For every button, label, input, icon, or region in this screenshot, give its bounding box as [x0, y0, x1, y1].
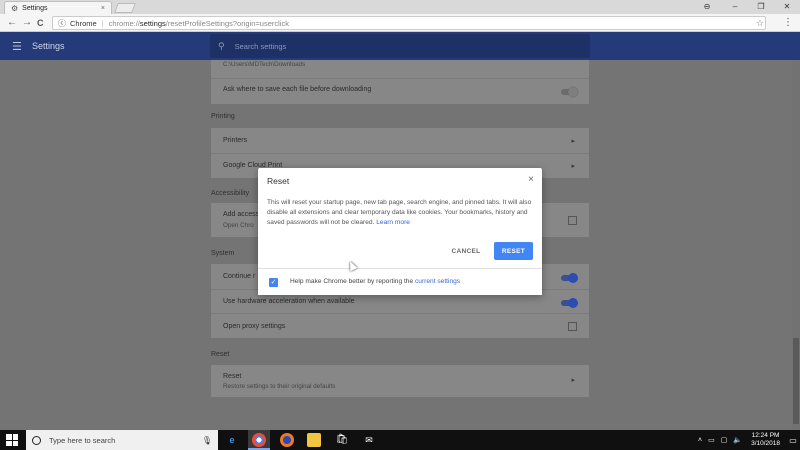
- system-section-title: System: [211, 250, 235, 257]
- ask-save-toggle[interactable]: [561, 87, 578, 97]
- reset-settings-label: Reset: [223, 373, 242, 380]
- monitor-icon[interactable]: ▢: [721, 436, 728, 444]
- windows-taskbar: Type here to search 🎙 e 🛍 ✉ ˄ ▭ ▢ 🔈 12:2…: [0, 430, 800, 450]
- file-explorer-icon[interactable]: [307, 433, 321, 447]
- reset-arrow-icon: ▸: [571, 377, 575, 384]
- maximize-button[interactable]: ❐: [748, 0, 774, 14]
- page-scrollbar[interactable]: [792, 60, 800, 430]
- downloads-card: C:\Users\MDTech\Downloads Ask where to s…: [211, 60, 589, 104]
- store-icon[interactable]: 🛍: [335, 433, 349, 447]
- chevron-up-icon[interactable]: ˄: [698, 437, 702, 444]
- clock-time: 12:24 PM: [751, 432, 780, 439]
- omnibox-separator: |: [101, 18, 104, 28]
- cancel-button[interactable]: CANCEL: [446, 242, 486, 260]
- report-settings-label: Help make Chrome better by reporting the…: [290, 278, 460, 285]
- firefox-icon[interactable]: [280, 433, 294, 447]
- continue-running-toggle[interactable]: [561, 273, 578, 283]
- external-link-icon: [568, 216, 577, 225]
- reset-settings-sub: Restore settings to their original defau…: [223, 383, 336, 390]
- edge-icon[interactable]: e: [225, 433, 239, 447]
- back-icon[interactable]: ←: [7, 14, 17, 32]
- microphone-icon[interactable]: 🎙: [202, 436, 212, 445]
- close-icon[interactable]: ×: [528, 174, 534, 185]
- dialog-title: Reset: [267, 176, 290, 186]
- chrome-menu-icon[interactable]: ⋮: [783, 14, 793, 32]
- chrome-icon[interactable]: [252, 433, 266, 447]
- continue-running-label: Continue r: [223, 273, 256, 280]
- volume-icon[interactable]: 🔈: [733, 436, 742, 444]
- mail-icon[interactable]: ✉: [362, 433, 376, 447]
- search-icon: ⚲: [218, 40, 225, 51]
- open-chrome-sub: Open Chro: [223, 222, 254, 229]
- cortana-icon: [32, 435, 41, 445]
- cloud-print-arrow-icon: ▸: [571, 163, 575, 170]
- account-icon[interactable]: ⊖: [692, 0, 722, 14]
- reset-section-title: Reset: [211, 351, 230, 358]
- search-placeholder: Search settings: [234, 41, 287, 51]
- printers-arrow-icon: ▸: [571, 138, 575, 145]
- ask-save-row[interactable]: Ask where to save each file before downl…: [211, 78, 589, 104]
- address-bar[interactable]: ⓒ Chrome | chrome:// settings /resetProf…: [52, 16, 766, 30]
- proxy-settings-label: Open proxy settings: [223, 323, 286, 330]
- url-query: /resetProfileSettings?origin=userclick: [165, 18, 289, 28]
- notifications-icon[interactable]: ▭: [786, 436, 800, 445]
- browser-toolbar: ← → C ⓒ Chrome | chrome:// settings /res…: [0, 14, 800, 32]
- taskbar-search-input[interactable]: Type here to search 🎙: [26, 430, 218, 450]
- tab-close-icon[interactable]: ×: [101, 5, 105, 12]
- reset-card: Reset Restore settings to their original…: [211, 365, 589, 397]
- report-settings-checkbox[interactable]: ✓: [269, 278, 278, 287]
- ask-save-label: Ask where to save each file before downl…: [223, 86, 372, 93]
- tab-strip: ⚙ Settings × ⊖ – ❐ ✕: [0, 0, 800, 14]
- system-tray: ˄ ▭ ▢ 🔈 12:24 PM 3/10/2018 ▭: [695, 430, 800, 450]
- site-info-icon[interactable]: ⓒ: [58, 18, 66, 29]
- printers-row[interactable]: Printers ▸: [211, 128, 589, 153]
- hardware-acceleration-label: Use hardware acceleration when available: [223, 298, 355, 305]
- settings-header: ☰ Settings ⚲ Search settings: [0, 32, 800, 60]
- forward-icon[interactable]: →: [22, 14, 32, 32]
- hardware-acceleration-toggle[interactable]: [561, 298, 578, 308]
- reset-settings-row[interactable]: Reset Restore settings to their original…: [211, 365, 589, 397]
- reset-button[interactable]: RESET: [494, 242, 533, 260]
- learn-more-link[interactable]: Learn more: [376, 219, 410, 226]
- printers-label: Printers: [223, 137, 248, 144]
- tab-title: Settings: [22, 4, 48, 12]
- url-path: settings: [139, 18, 166, 28]
- close-window-button[interactable]: ✕: [774, 0, 800, 14]
- current-settings-link[interactable]: current settings: [415, 278, 460, 285]
- reload-icon[interactable]: C: [37, 14, 44, 32]
- gear-icon: ⚙: [11, 3, 19, 13]
- clock-date: 3/10/2018: [751, 440, 780, 447]
- window-controls: ⊖ – ❐ ✕: [692, 0, 800, 14]
- tab-settings[interactable]: ⚙ Settings ×: [4, 1, 112, 14]
- dialog-footer: ✓ Help make Chrome better by reporting t…: [258, 268, 542, 295]
- taskbar-search-placeholder: Type here to search: [49, 435, 116, 445]
- site-label: Chrome: [70, 18, 97, 28]
- taskbar-clock[interactable]: 12:24 PM 3/10/2018: [751, 432, 780, 448]
- downloads-location-row: C:\Users\MDTech\Downloads: [211, 60, 589, 78]
- page-title: Settings: [32, 41, 65, 51]
- new-tab-button[interactable]: [114, 3, 136, 13]
- accessibility-section-title: Accessibility: [211, 190, 250, 197]
- windows-start-icon[interactable]: [6, 434, 18, 446]
- add-access-label: Add access: [223, 211, 260, 218]
- bookmark-star-icon[interactable]: ☆: [756, 14, 764, 32]
- reset-dialog: Reset × This will reset your startup pag…: [258, 168, 542, 295]
- printing-section-title: Printing: [211, 113, 235, 120]
- network-icon[interactable]: ▭: [708, 436, 715, 444]
- report-settings-text: Help make Chrome better by reporting the: [290, 278, 414, 285]
- url-scheme: chrome://: [108, 18, 140, 28]
- external-link-icon: [568, 322, 577, 331]
- downloads-path: C:\Users\MDTech\Downloads: [223, 61, 306, 68]
- minimize-button[interactable]: –: [722, 0, 748, 14]
- scrollbar-thumb[interactable]: [793, 338, 799, 424]
- search-settings-input[interactable]: ⚲ Search settings: [210, 34, 590, 58]
- dialog-body: This will reset your startup page, new t…: [267, 198, 535, 228]
- proxy-settings-row[interactable]: Open proxy settings: [211, 313, 589, 338]
- hamburger-menu-icon[interactable]: ☰: [12, 40, 22, 53]
